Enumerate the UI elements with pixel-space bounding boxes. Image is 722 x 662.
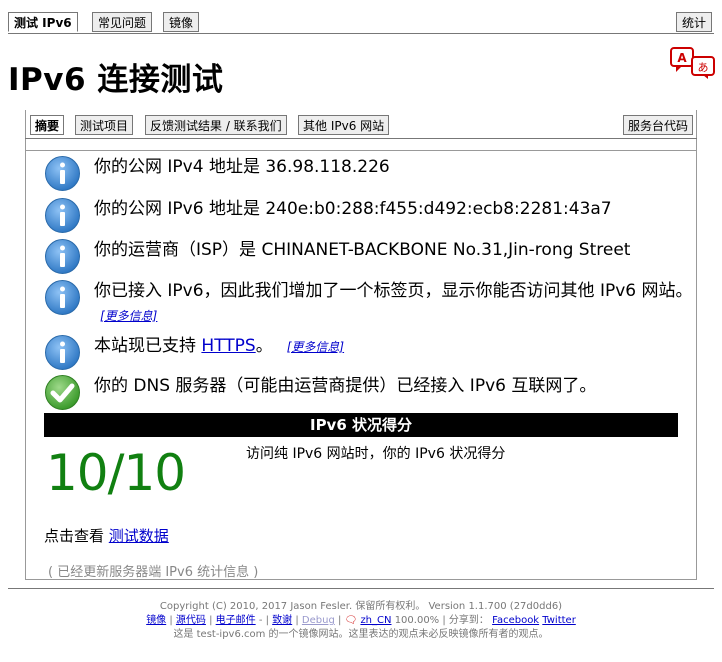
svg-text:あ: あ [698, 61, 709, 74]
footer-locale-link[interactable]: zh_CN [360, 615, 391, 626]
svg-text:A: A [677, 51, 687, 65]
tab-faq[interactable]: 常见问题 [92, 12, 153, 32]
footer: Copyright (C) 2010, 2017 Jason Fesler. 保… [0, 600, 722, 642]
score-description: 访问纯 IPv6 网站时，你的 IPv6 状况得分 [246, 446, 506, 462]
check-icon [45, 375, 80, 410]
result-text: 你的运营商（ISP）是 CHINANET-BACKBONE No.31,Jin-… [94, 240, 631, 260]
result-text: 本站现已支持 HTTPS。 [更多信息] [94, 334, 694, 359]
inner-tab-divider-2 [25, 150, 697, 151]
copyright: Copyright (C) 2010, 2017 Jason Fesler. 保… [159, 601, 563, 612]
footer-links: 镜像 | 源代码 | 电子邮件 - | 致谢 | Debug | 🗨 zh_CN… [146, 615, 576, 626]
info-icon [45, 335, 80, 370]
mirror-note: 这是 test-ipv6.com 的一个镜像网站。这里表达的观点未必反映镜像所有… [173, 629, 549, 640]
footer-divider [8, 588, 714, 589]
language-translate-icon[interactable]: A あ [670, 47, 716, 79]
tab-mirrors[interactable]: 镜像 [163, 12, 200, 32]
info-icon [45, 280, 80, 315]
tab-other-ipv6-sites[interactable]: 其他 IPv6 网站 [298, 115, 390, 135]
view-test-data: 点击查看 测试数据 [44, 525, 169, 546]
more-info-link[interactable]: [更多信息] [287, 340, 344, 354]
tab-test-ipv6[interactable]: 测试 IPv6 [8, 12, 78, 32]
top-navigation: 测试 IPv6 常见问题 镜像 统计 [8, 10, 714, 36]
info-icon [45, 239, 80, 274]
https-link[interactable]: HTTPS [201, 336, 255, 356]
result-text-body: 你已接入 IPv6，因此我们增加了一个标签页，显示你能否访问其他 IPv6 网站… [94, 281, 693, 301]
tab-helpdesk-code[interactable]: 服务台代码 [623, 115, 694, 135]
score-value: 10/10 [46, 444, 186, 502]
view-test-data-prefix: 点击查看 [44, 527, 109, 545]
share-twitter-link[interactable]: Twitter [542, 615, 576, 626]
footer-link-debug[interactable]: Debug [302, 615, 335, 626]
result-text-before: 本站现已支持 [94, 336, 202, 356]
result-text-after: 。 [255, 336, 273, 356]
more-info-link[interactable]: [更多信息] [100, 309, 157, 323]
share-label: 分享到： [448, 615, 489, 626]
tab-divider [8, 33, 714, 34]
inner-tab-divider [25, 138, 697, 139]
info-icon [45, 156, 80, 191]
score-header: IPv6 状况得分 [44, 413, 678, 437]
result-text: 你的公网 IPv4 地址是 36.98.118.226 [94, 157, 390, 177]
test-data-link[interactable]: 测试数据 [109, 527, 169, 545]
tab-stats[interactable]: 统计 [676, 12, 713, 32]
tab-summary[interactable]: 摘要 [30, 115, 65, 135]
inner-tabs: 摘要 测试项目 反馈测试结果 / 联系我们 其他 IPv6 网站 服务台代码 [25, 112, 697, 138]
footer-link-email[interactable]: 电子邮件 [216, 615, 256, 626]
locale-percent: 100.00% [394, 615, 440, 626]
footer-link-source[interactable]: 源代码 [176, 615, 206, 626]
language-small-icon: 🗨 [344, 615, 358, 626]
footer-link-mirrors[interactable]: 镜像 [146, 615, 166, 626]
footer-dash: - [255, 615, 266, 626]
page-title: IPv6 连接测试 [8, 62, 224, 98]
stats-updated-note: ( 已经更新服务器端 IPv6 统计信息 ) [48, 565, 259, 580]
info-icon [45, 198, 80, 233]
footer-link-thanks[interactable]: 致谢 [272, 615, 292, 626]
share-facebook-link[interactable]: Facebook [492, 615, 539, 626]
tab-test-items[interactable]: 测试项目 [75, 115, 134, 135]
result-text: 你已接入 IPv6，因此我们增加了一个标签页，显示你能否访问其他 IPv6 网站… [94, 279, 694, 328]
tab-feedback-contact[interactable]: 反馈测试结果 / 联系我们 [145, 115, 287, 135]
result-text: 你的 DNS 服务器（可能由运营商提供）已经接入 IPv6 互联网了。 [94, 376, 597, 396]
result-text: 你的公网 IPv6 地址是 240e:b0:288:f455:d492:ecb8… [94, 199, 612, 219]
